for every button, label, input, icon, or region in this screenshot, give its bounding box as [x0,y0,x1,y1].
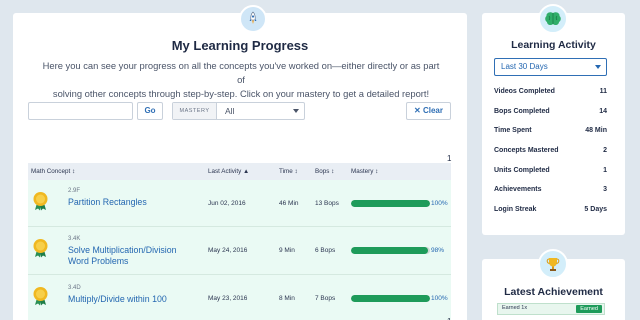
time-value: 8 Min [279,295,295,302]
intro-text: Here you can see your progress on all th… [39,59,443,101]
stat-label: Achievements [494,186,542,193]
concept-code: 3.4D [68,285,81,291]
search-input[interactable] [28,102,133,120]
stat-achievements: Achievements 3 [494,186,607,198]
table-row: 3.4K Solve Multiplication/Division Word … [28,227,451,275]
mastery-filter-value: All [225,106,235,116]
rocket-icon [239,5,267,33]
pagination-page[interactable]: 1 [447,154,451,163]
concept-link[interactable]: Partition Rectangles [68,197,198,208]
stat-value: 5 Days [584,206,607,213]
last-activity-date: May 23, 2016 [208,295,248,302]
mastery-percent[interactable]: 98% [431,247,444,254]
stat-value: 2 [603,147,607,154]
stat-value: 48 Min [585,127,607,134]
stat-label: Units Completed [494,167,550,174]
concept-code: 3.4K [68,236,81,242]
concept-code: 2.9F [68,188,81,194]
concept-link[interactable]: Multiply/Divide within 100 [68,294,198,305]
mastery-filter-tag: MASTERY [173,103,217,119]
mastery-filter-select[interactable]: MASTERY All [172,102,305,120]
time-value: 9 Min [279,247,295,254]
achievement-item-label: Earned 1x [502,305,528,311]
stat-label: Bops Completed [494,108,550,115]
column-header-bops[interactable]: Bops ↕ [315,163,334,180]
stat-label: Concepts Mastered [494,147,559,154]
stat-videos-completed: Videos Completed 11 [494,88,607,100]
table-header: Math Concept ↕ Last Activity ▲ Time ↕ Bo… [28,163,451,180]
achievement-item[interactable]: Earned 1x Earned [497,303,605,315]
progress-table: Math Concept ↕ Last Activity ▲ Time ↕ Bo… [28,163,451,320]
learning-progress-card: My Learning Progress Here you can see yo… [13,5,467,320]
concept-link[interactable]: Solve Multiplication/Division Word Probl… [68,245,198,267]
brain-icon [538,4,568,34]
stat-value: 3 [603,186,607,193]
latest-achievement-card: Latest Achievement Earned 1x Earned [482,249,625,320]
stat-login-streak: Login Streak 5 Days [494,206,607,218]
page-title: My Learning Progress [171,38,309,53]
mastery-bar[interactable] [351,247,430,254]
last-activity-date: Jun 02, 2016 [208,200,246,207]
stat-time-spent: Time Spent 48 Min [494,127,607,139]
bops-value: 13 Bops [315,200,339,207]
mastery-bar[interactable] [351,200,430,207]
stat-bops-completed: Bops Completed 14 [494,108,607,120]
mastery-bar-fill [351,247,429,254]
mastery-percent[interactable]: 100% [431,295,448,302]
column-header-last-activity[interactable]: Last Activity ▲ [208,163,249,180]
intro-line-2: solving other concepts through step-by-s… [52,88,430,99]
intro-line-1: Here you can see your progress on all th… [42,60,440,85]
stat-value: 14 [599,108,607,115]
stat-label: Videos Completed [494,88,555,95]
table-row: 2.9F Partition Rectangles Jun 02, 2016 4… [28,180,451,227]
time-value: 46 Min [279,200,299,207]
caret-down-icon [293,109,299,113]
caret-down-icon [595,65,601,69]
table-row: 3.4D Multiply/Divide within 100 May 23, … [28,275,451,320]
period-select[interactable]: Last 30 Days [494,58,607,76]
gold-medal-icon [33,192,48,211]
stat-concepts-mastered: Concepts Mastered 2 [494,147,607,159]
clear-button[interactable]: ✕ Clear [406,102,451,120]
column-header-mastery[interactable]: Mastery ↕ [351,163,378,180]
stat-units-completed: Units Completed 1 [494,167,607,179]
stat-value: 1 [603,167,607,174]
stat-value: 11 [599,88,607,95]
achievement-title: Latest Achievement [504,286,603,298]
stat-label: Time Spent [494,127,532,134]
stat-label: Login Streak [494,206,537,213]
learning-activity-card: Learning Activity Last 30 Days Videos Co… [482,4,625,235]
mastery-bar-fill [351,295,430,302]
mastery-percent[interactable]: 100% [431,200,448,207]
mastery-bar-fill [351,200,430,207]
go-button[interactable]: Go [137,102,163,120]
mastery-bar[interactable] [351,295,430,302]
column-header-time[interactable]: Time ↕ [279,163,298,180]
activity-title: Learning Activity [511,39,596,51]
period-select-value: Last 30 Days [501,62,548,71]
earned-badge: Earned [576,305,602,313]
bops-value: 6 Bops [315,247,336,254]
column-header-concept[interactable]: Math Concept ↕ [31,163,75,180]
gold-medal-icon [33,239,48,258]
bops-value: 7 Bops [315,295,336,302]
gold-medal-icon [33,287,48,306]
last-activity-date: May 24, 2016 [208,247,248,254]
trophy-icon [538,249,568,279]
